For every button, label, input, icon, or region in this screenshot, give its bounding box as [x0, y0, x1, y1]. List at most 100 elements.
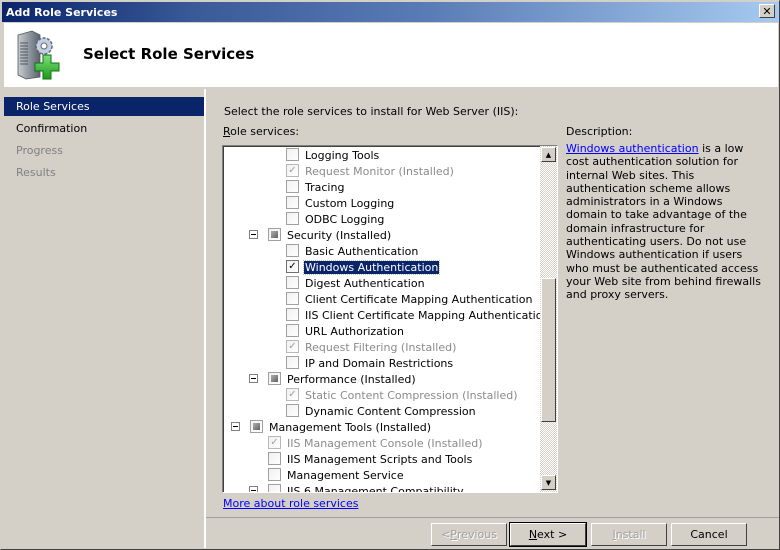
checkbox[interactable] [286, 324, 299, 337]
tree-item[interactable]: Custom Logging [223, 195, 539, 211]
cancel-button[interactable]: Cancel [671, 523, 747, 546]
checkbox[interactable] [268, 228, 281, 241]
tree-item-label[interactable]: Performance (Installed) [286, 373, 417, 386]
close-button[interactable]: ✕ [759, 4, 775, 18]
checkbox[interactable] [286, 404, 299, 417]
tree-item-label[interactable]: IIS Client Certificate Mapping Authentic… [304, 309, 550, 322]
next-button[interactable]: Next > [509, 522, 587, 547]
tree-item[interactable]: Dynamic Content Compression [223, 403, 539, 419]
tree-item-label[interactable]: Digest Authentication [304, 277, 426, 290]
tree-item-label[interactable]: ODBC Logging [304, 213, 385, 226]
tree-item[interactable]: Digest Authentication [223, 275, 539, 291]
tree-item[interactable]: Basic Authentication [223, 243, 539, 259]
tree-item-label[interactable]: Request Filtering (Installed) [304, 341, 457, 354]
tree-item-label[interactable]: Management Service [286, 469, 405, 482]
previous-accel: P [450, 528, 457, 541]
tree-item[interactable]: Security (Installed) [223, 227, 539, 243]
checkbox[interactable] [286, 244, 299, 257]
description-text: Windows authentication is a low cost aut… [566, 142, 766, 302]
checkbox[interactable] [286, 212, 299, 225]
windows-authentication-link[interactable]: Windows authentication [566, 142, 699, 155]
tree-item[interactable]: Management Tools (Installed) [223, 419, 539, 435]
checkbox: ✓ [286, 164, 299, 177]
tree-item[interactable]: Management Service [223, 467, 539, 483]
instruction-text: Select the role services to install for … [224, 105, 519, 118]
tree-item[interactable]: ✓ Request Filtering (Installed) [223, 339, 539, 355]
more-about-role-services-link[interactable]: More about role services [223, 497, 358, 510]
tree-item[interactable]: URL Authorization [223, 323, 539, 339]
tree-item[interactable]: IP and Domain Restrictions [223, 355, 539, 371]
checkbox: ✓ [268, 436, 281, 449]
tree-item-label[interactable]: IIS Management Console (Installed) [286, 437, 484, 450]
tree-item[interactable]: ✓ IIS Management Console (Installed) [223, 435, 539, 451]
sidebar-item-role-services[interactable]: Role Services [4, 97, 204, 116]
tree-item-label[interactable]: Basic Authentication [304, 245, 419, 258]
role-services-tree[interactable]: IIS 6 Management Compatibility Management… [222, 145, 558, 493]
tree-item[interactable]: ✓ Static Content Compression (Installed) [223, 387, 539, 403]
window-title: Add Role Services [6, 5, 118, 19]
scroll-thumb[interactable] [541, 278, 556, 422]
tree-item-label[interactable]: IIS Management Scripts and Tools [286, 453, 473, 466]
tree-item-label[interactable]: Client Certificate Mapping Authenticatio… [304, 293, 533, 306]
previous-button[interactable]: < Previous [431, 523, 507, 546]
tree-item[interactable]: Performance (Installed) [223, 371, 539, 387]
tree-item[interactable]: Logging Tools [223, 147, 539, 163]
scroll-down-button[interactable]: ▼ [541, 475, 556, 490]
role-services-label-rest: ole services: [230, 125, 300, 138]
tree-item-label[interactable]: Windows Authentication [302, 259, 441, 275]
tree-item-label[interactable]: IP and Domain Restrictions [304, 357, 454, 370]
collapse-icon[interactable] [231, 422, 240, 431]
collapse-icon[interactable] [249, 230, 258, 239]
footer-separator [206, 517, 779, 518]
wizard-header: Select Role Services [4, 23, 778, 87]
install-rest: nstall [615, 528, 646, 541]
tree-item-label[interactable]: Request Monitor (Installed) [304, 165, 455, 178]
scroll-up-button[interactable]: ▲ [541, 147, 556, 162]
checkbox[interactable] [286, 196, 299, 209]
checkbox: ✓ [286, 340, 299, 353]
tree-item-label[interactable]: Dynamic Content Compression [304, 405, 477, 418]
checkbox: ✓ [286, 388, 299, 401]
tree-item[interactable]: ✓ Windows Authentication [223, 259, 539, 275]
title-bar: Add Role Services ✕ [2, 2, 779, 22]
tree-vertical-scrollbar[interactable]: ▲ ▼ [540, 146, 557, 492]
tree-item-label[interactable]: Tracing [304, 181, 345, 194]
more-about-role-services-link-text[interactable]: More about role services [223, 497, 358, 510]
tree-item-label[interactable]: IIS 6 Management Compatibility [286, 485, 465, 493]
checkbox[interactable] [268, 468, 281, 481]
checkbox[interactable] [286, 148, 299, 161]
tree-item[interactable]: ✓ Request Monitor (Installed) [223, 163, 539, 179]
tree-item-label[interactable]: Management Tools (Installed) [268, 421, 432, 434]
install-button[interactable]: Install [591, 523, 667, 546]
tree-item[interactable]: Client Certificate Mapping Authenticatio… [223, 291, 539, 307]
tree-item-label[interactable]: URL Authorization [304, 325, 405, 338]
next-accel: N [528, 528, 538, 541]
sidebar-item-confirmation[interactable]: Confirmation [4, 119, 204, 138]
tree-item-label[interactable]: Static Content Compression (Installed) [304, 389, 519, 402]
collapse-icon[interactable] [249, 374, 258, 383]
tree-item[interactable]: IIS Client Certificate Mapping Authentic… [223, 307, 549, 323]
checkbox[interactable] [286, 276, 299, 289]
checkbox[interactable] [268, 452, 281, 465]
previous-prefix: < [441, 528, 451, 541]
tree-item[interactable]: IIS Management Scripts and Tools [223, 451, 539, 467]
wizard-steps-sidebar: Role Services Confirmation Progress Resu… [4, 89, 204, 548]
tree-item[interactable]: Tracing [223, 179, 539, 195]
tree-item[interactable]: ODBC Logging [223, 211, 539, 227]
collapse-icon[interactable] [249, 486, 258, 492]
tree-item-label[interactable]: Security (Installed) [286, 229, 392, 242]
close-icon: ✕ [762, 4, 772, 18]
checkbox[interactable] [286, 308, 299, 321]
checkbox[interactable] [268, 484, 281, 492]
checkbox[interactable] [286, 356, 299, 369]
tree-item-label[interactable]: Custom Logging [304, 197, 395, 210]
tree-item[interactable]: IIS 6 Management Compatibility [223, 483, 539, 493]
checkbox[interactable] [250, 420, 263, 433]
checkbox[interactable] [286, 292, 299, 305]
description-body: is a low cost authentication solution fo… [566, 142, 761, 302]
tree-item-label[interactable]: Logging Tools [304, 149, 380, 162]
sidebar-item-results: Results [16, 166, 56, 179]
checkbox[interactable] [268, 372, 281, 385]
checkbox[interactable]: ✓ [286, 260, 299, 273]
checkbox[interactable] [286, 180, 299, 193]
